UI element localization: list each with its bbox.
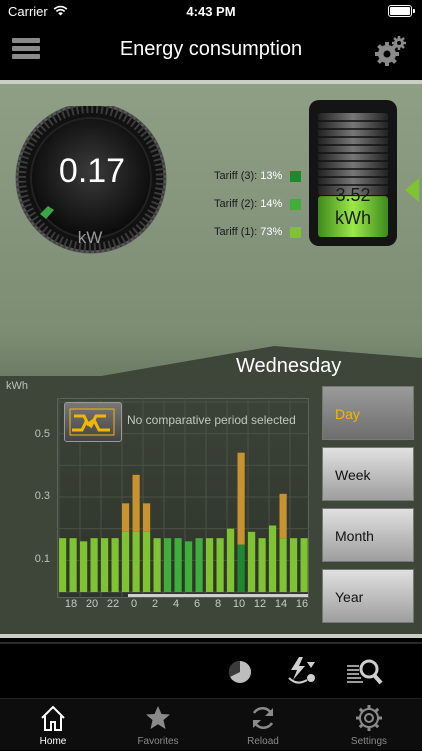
period-year-button[interactable]: Year (322, 569, 414, 623)
tariff-label: Tariff (1): (214, 226, 258, 238)
bar-extra-0 (132, 474, 140, 532)
tariff-percent: 73% (260, 226, 283, 238)
battery-status-icon (388, 5, 415, 17)
page-title: Energy consumption (119, 38, 303, 60)
battery-unit: kWh (335, 208, 371, 228)
tariff-1-row: Tariff (1): 73% (214, 226, 304, 242)
y-tick: 0.1 (34, 553, 50, 565)
x-tick: 0 (130, 598, 138, 610)
battery-value: 3.52 kWh (308, 184, 398, 230)
gauge-value: 0.17 (58, 152, 126, 190)
x-tick: 10 (232, 598, 246, 610)
y-tick: 0.5 (34, 428, 50, 440)
bar-base-17 (59, 538, 67, 592)
period-week-button[interactable]: Week (322, 447, 414, 501)
bar-base-19 (80, 541, 88, 592)
x-tick: 6 (193, 598, 201, 610)
reload-icon (252, 706, 274, 730)
y-tick: 0.3 (34, 490, 50, 502)
tariff-switch-icon[interactable] (285, 656, 319, 686)
bar-base-13 (269, 525, 277, 592)
tariff-swatch (290, 171, 301, 182)
bar-base-2 (153, 538, 161, 592)
tab-label: Reload (247, 736, 279, 747)
bar-base-22 (111, 538, 119, 592)
x-tick: 16 (295, 598, 309, 610)
tab-home[interactable]: Home (11, 699, 95, 751)
bar-base-4 (174, 538, 182, 592)
tariff-swatch (290, 199, 301, 210)
bar-base-12 (258, 538, 266, 592)
tariff-percent: 14% (260, 198, 283, 210)
bar-base-0 (132, 531, 140, 592)
tariff-label: Tariff (3): (214, 170, 258, 182)
period-month-button[interactable]: Month (322, 508, 414, 562)
current-day-indicator (128, 594, 308, 597)
bar-extra-14 (279, 493, 287, 539)
tab-label: Settings (350, 736, 388, 747)
tab-bar: Home Favorites Reload Settings (0, 698, 422, 750)
analysis-zoom-icon[interactable] (345, 656, 383, 688)
period-day-button[interactable]: Day (322, 386, 414, 440)
x-tick: 4 (172, 598, 180, 610)
bar-extra-1 (143, 503, 151, 532)
bar-base-20 (90, 538, 98, 592)
pie-chart-icon[interactable] (227, 659, 253, 685)
tariff-swatch (290, 227, 301, 238)
tariff-3-row: Tariff (3): 13% (214, 170, 304, 186)
home-icon (41, 705, 65, 731)
status-time: 4:43 PM (186, 4, 236, 19)
compare-icon (69, 408, 115, 436)
bar-base-10 (237, 544, 245, 592)
tab-reload[interactable]: Reload (221, 699, 305, 751)
bar-base-8 (216, 538, 224, 592)
tab-favorites[interactable]: Favorites (116, 699, 200, 751)
day-title: Wednesday (236, 355, 342, 377)
tariff-label: Tariff (2): (214, 198, 258, 210)
nav-bar: Energy consumption (0, 22, 422, 77)
bar-base-21 (101, 538, 109, 592)
x-tick: 18 (64, 598, 78, 610)
compare-period-button[interactable] (64, 402, 122, 442)
y-axis-unit: kWh (6, 380, 28, 392)
x-tick: 14 (274, 598, 288, 610)
expand-arrow-icon[interactable] (405, 178, 419, 202)
bar-extra-10 (237, 452, 245, 545)
bar-base-9 (227, 528, 235, 592)
bar-extra-23 (122, 503, 130, 532)
x-tick: 8 (214, 598, 222, 610)
bar-base-15 (290, 538, 298, 592)
bar-base-3 (164, 538, 172, 592)
bar-base-1 (143, 531, 151, 592)
x-tick: 20 (85, 598, 99, 610)
bar-base-5 (185, 541, 193, 592)
x-tick: 12 (253, 598, 267, 610)
gauge-unit: kW (77, 228, 103, 247)
gear-icon (356, 705, 382, 731)
star-icon (146, 706, 170, 729)
bar-base-16 (300, 538, 308, 592)
tab-settings[interactable]: Settings (327, 699, 411, 751)
bar-base-11 (248, 531, 256, 592)
bar-base-18 (69, 538, 77, 592)
bar-base-14 (279, 538, 287, 592)
battery-amount: 3.52 (335, 185, 371, 205)
bar-base-7 (206, 538, 214, 592)
bar-base-6 (195, 538, 203, 592)
bottom-toolbar (0, 642, 422, 698)
x-tick: 22 (106, 598, 120, 610)
tariff-percent: 13% (260, 170, 283, 182)
status-bar: Carrier 4:43 PM (0, 0, 422, 22)
x-tick: 2 (151, 598, 159, 610)
no-comparison-text: No comparative period selected (127, 413, 296, 427)
settings-gear-icon[interactable] (374, 34, 408, 68)
tariff-2-row: Tariff (2): 14% (214, 198, 304, 214)
bar-base-23 (122, 531, 130, 592)
tab-label: Favorites (137, 736, 179, 747)
tab-label: Home (39, 736, 67, 747)
